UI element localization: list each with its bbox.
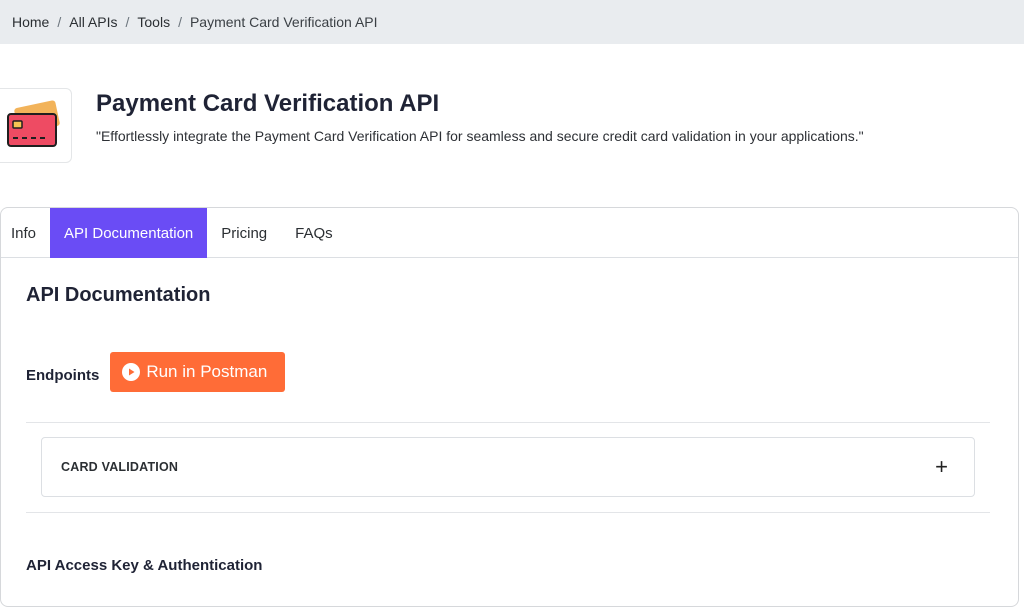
breadcrumb: Home / All APIs / Tools / Payment Card V…	[0, 0, 1024, 44]
tab-api-documentation[interactable]: API Documentation	[50, 208, 208, 258]
breadcrumb-tools[interactable]: Tools	[137, 14, 170, 30]
breadcrumb-separator: /	[57, 14, 62, 30]
play-icon	[122, 363, 141, 381]
plus-icon[interactable]: +	[935, 456, 948, 478]
tab-pricing[interactable]: Pricing	[207, 208, 281, 258]
section-title: API Documentation	[26, 284, 211, 306]
auth-section-title: API Access Key & Authentication	[26, 557, 263, 574]
endpoints-label: Endpoints	[26, 366, 100, 384]
accordion-card-validation[interactable]: CARD VALIDATION +	[41, 437, 975, 497]
breadcrumb-all-apis[interactable]: All APIs	[69, 14, 117, 30]
accordion-title: CARD VALIDATION	[61, 460, 179, 474]
tab-faqs[interactable]: FAQs	[281, 208, 347, 258]
run-in-postman-button[interactable]: Run in Postman	[110, 352, 286, 392]
api-details-card: Info API Documentation Pricing FAQs API …	[0, 207, 1019, 607]
divider	[26, 422, 990, 423]
breadcrumb-current: Payment Card Verification API	[189, 14, 378, 30]
page-description: "Effortlessly integrate the Payment Card…	[96, 128, 864, 144]
breadcrumb-separator: /	[178, 14, 182, 30]
breadcrumb-separator: /	[125, 14, 130, 30]
divider	[26, 512, 990, 513]
api-header: Payment Card Verification API "Effortles…	[0, 88, 1024, 164]
api-logo	[0, 88, 72, 163]
credit-card-icon	[7, 99, 60, 147]
tab-info[interactable]: Info	[1, 208, 50, 258]
endpoints-row: Endpoints Run in Postman	[26, 352, 286, 392]
tab-bar: Info API Documentation Pricing FAQs	[1, 208, 1018, 258]
page-title: Payment Card Verification API	[96, 90, 440, 117]
breadcrumb-home[interactable]: Home	[12, 14, 49, 30]
run-in-postman-label: Run in Postman	[146, 362, 268, 381]
